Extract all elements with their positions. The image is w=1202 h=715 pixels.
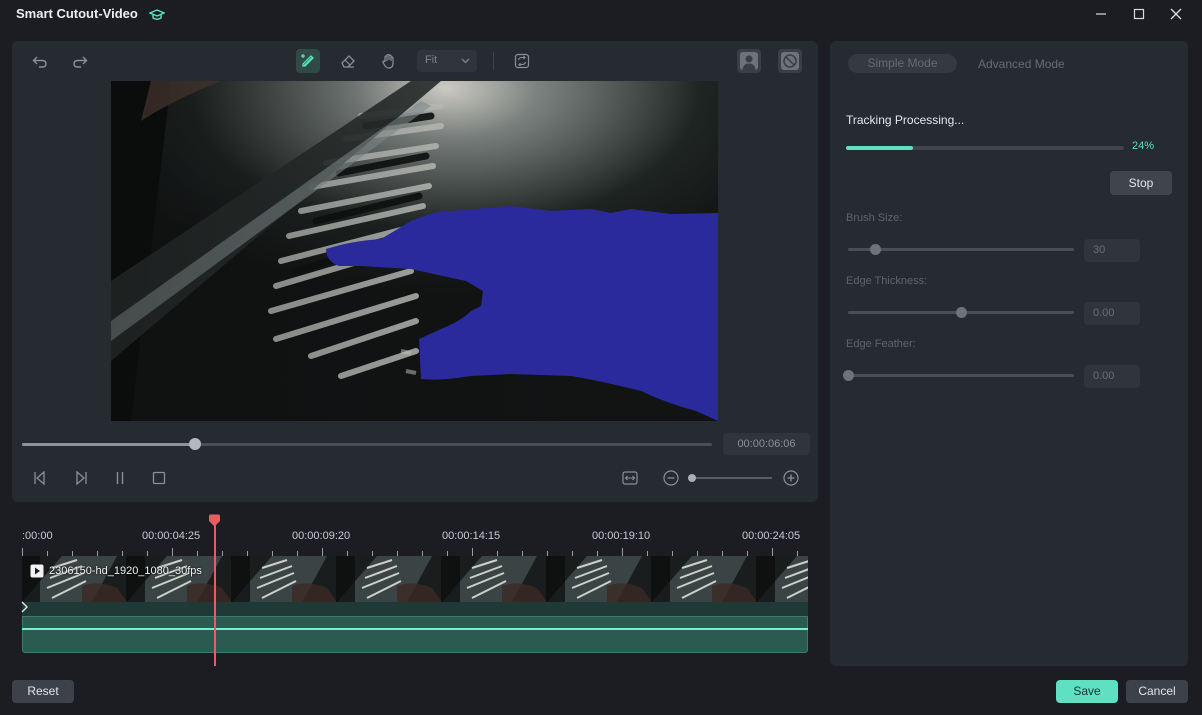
timeline-tick-label: 00:00:24:05 <box>742 530 801 542</box>
brush-size-input[interactable]: 30 <box>1084 239 1140 262</box>
transparency-off-icon[interactable] <box>778 49 802 73</box>
redo-icon[interactable] <box>68 49 92 73</box>
edge-feather-slider[interactable] <box>848 374 1074 377</box>
clip-thumbnail <box>757 556 808 602</box>
editor-toolbar <box>12 41 818 81</box>
clip-thumbnail <box>127 556 232 602</box>
next-frame-icon[interactable] <box>71 468 91 488</box>
refresh-icon[interactable] <box>510 49 534 73</box>
graduation-cap-icon[interactable] <box>148 7 166 23</box>
zoom-slider[interactable] <box>688 477 772 479</box>
tab-advanced-mode[interactable]: Advanced Mode <box>978 57 1065 71</box>
maximize-icon[interactable] <box>1121 0 1157 28</box>
current-time: 00:00:06:06 <box>723 433 810 455</box>
clip-thumbnail <box>22 556 127 602</box>
undo-icon[interactable] <box>28 49 52 73</box>
eraser-icon[interactable] <box>336 49 360 73</box>
timeline-tick <box>172 548 173 556</box>
prev-frame-icon[interactable] <box>30 468 50 488</box>
tracking-status: Tracking Processing... <box>846 113 965 127</box>
brush-size-slider[interactable] <box>848 248 1074 251</box>
cancel-button[interactable]: Cancel <box>1126 680 1188 703</box>
video-preview[interactable] <box>111 81 718 421</box>
edge-feather-handle[interactable] <box>843 370 854 381</box>
chevron-right-icon[interactable] <box>20 600 30 617</box>
fit-dropdown-value: Fit <box>425 54 438 66</box>
tracking-progress-percent: 24% <box>1132 140 1155 152</box>
clip-thumbnail <box>442 556 547 602</box>
zoom-in-icon[interactable] <box>781 468 801 488</box>
minimize-icon[interactable] <box>1083 0 1119 28</box>
settings-panel <box>830 41 1188 666</box>
timeline-tick-label: :00:00 <box>22 530 53 542</box>
clip-thumbnail <box>232 556 337 602</box>
window-title: Smart Cutout-Video <box>16 6 138 21</box>
timeline-ruler[interactable]: :00:00 00:00:04:25 00:00:09:20 00:00:14:15 0… <box>22 520 808 556</box>
title-bar: Smart Cutout-Video <box>0 0 1202 30</box>
brush-size-label: Brush Size: <box>846 212 903 224</box>
close-icon[interactable] <box>1158 0 1194 28</box>
stop-icon[interactable] <box>149 468 169 488</box>
timeline-tick <box>322 548 323 556</box>
fit-dropdown[interactable]: Fit <box>417 50 477 72</box>
timeline-tick <box>22 548 23 556</box>
edge-thickness-input[interactable]: 0.00 <box>1084 302 1140 325</box>
playhead-handle[interactable] <box>208 514 221 527</box>
timeline-tick-label: 00:00:09:20 <box>292 530 351 542</box>
timeline-tick-label: 00:00:14:15 <box>442 530 501 542</box>
timeline-tick-label: 00:00:04:25 <box>142 530 201 542</box>
reset-button[interactable]: Reset <box>12 680 74 703</box>
save-button[interactable]: Save <box>1056 680 1118 703</box>
stop-button[interactable]: Stop <box>1110 171 1172 195</box>
smart-brush-icon[interactable] <box>296 49 320 73</box>
hand-icon[interactable] <box>377 49 401 73</box>
edge-feather-label: Edge Feather: <box>846 338 916 350</box>
mask-tracking-line <box>22 628 808 630</box>
timeline-tick-label: 00:00:19:10 <box>592 530 651 542</box>
clip-thumbnail <box>652 556 757 602</box>
timeline-tick <box>472 548 473 556</box>
mask-track[interactable] <box>22 616 808 653</box>
zoom-out-icon[interactable] <box>661 468 681 488</box>
tab-simple-mode[interactable]: Simple Mode <box>848 54 957 73</box>
chevron-down-icon <box>461 58 470 64</box>
pause-icon[interactable] <box>110 468 130 488</box>
clip-name: 2306150-hd_1920_1080_30fps <box>49 565 202 577</box>
edge-thickness-label: Edge Thickness: <box>846 275 928 287</box>
clip-label: 2306150-hd_1920_1080_30fps <box>30 564 202 578</box>
clip-thumbnails <box>22 556 808 602</box>
edge-feather-input[interactable]: 0.00 <box>1084 365 1140 388</box>
toolbar-divider <box>493 52 494 70</box>
playhead[interactable] <box>214 518 216 666</box>
fit-timeline-icon[interactable] <box>620 468 640 488</box>
zoom-slider-handle[interactable] <box>687 474 696 482</box>
video-clip-icon <box>30 564 44 578</box>
tracking-progress-fill <box>846 146 913 150</box>
person-view-icon[interactable] <box>737 49 761 73</box>
scrubber-handle[interactable] <box>188 438 201 450</box>
timeline-tick <box>772 548 773 556</box>
timeline-tick <box>622 548 623 556</box>
edge-thickness-handle[interactable] <box>956 307 967 318</box>
playback-progress <box>22 443 195 446</box>
clip-thumbnail <box>547 556 652 602</box>
clip-thumbnail <box>337 556 442 602</box>
